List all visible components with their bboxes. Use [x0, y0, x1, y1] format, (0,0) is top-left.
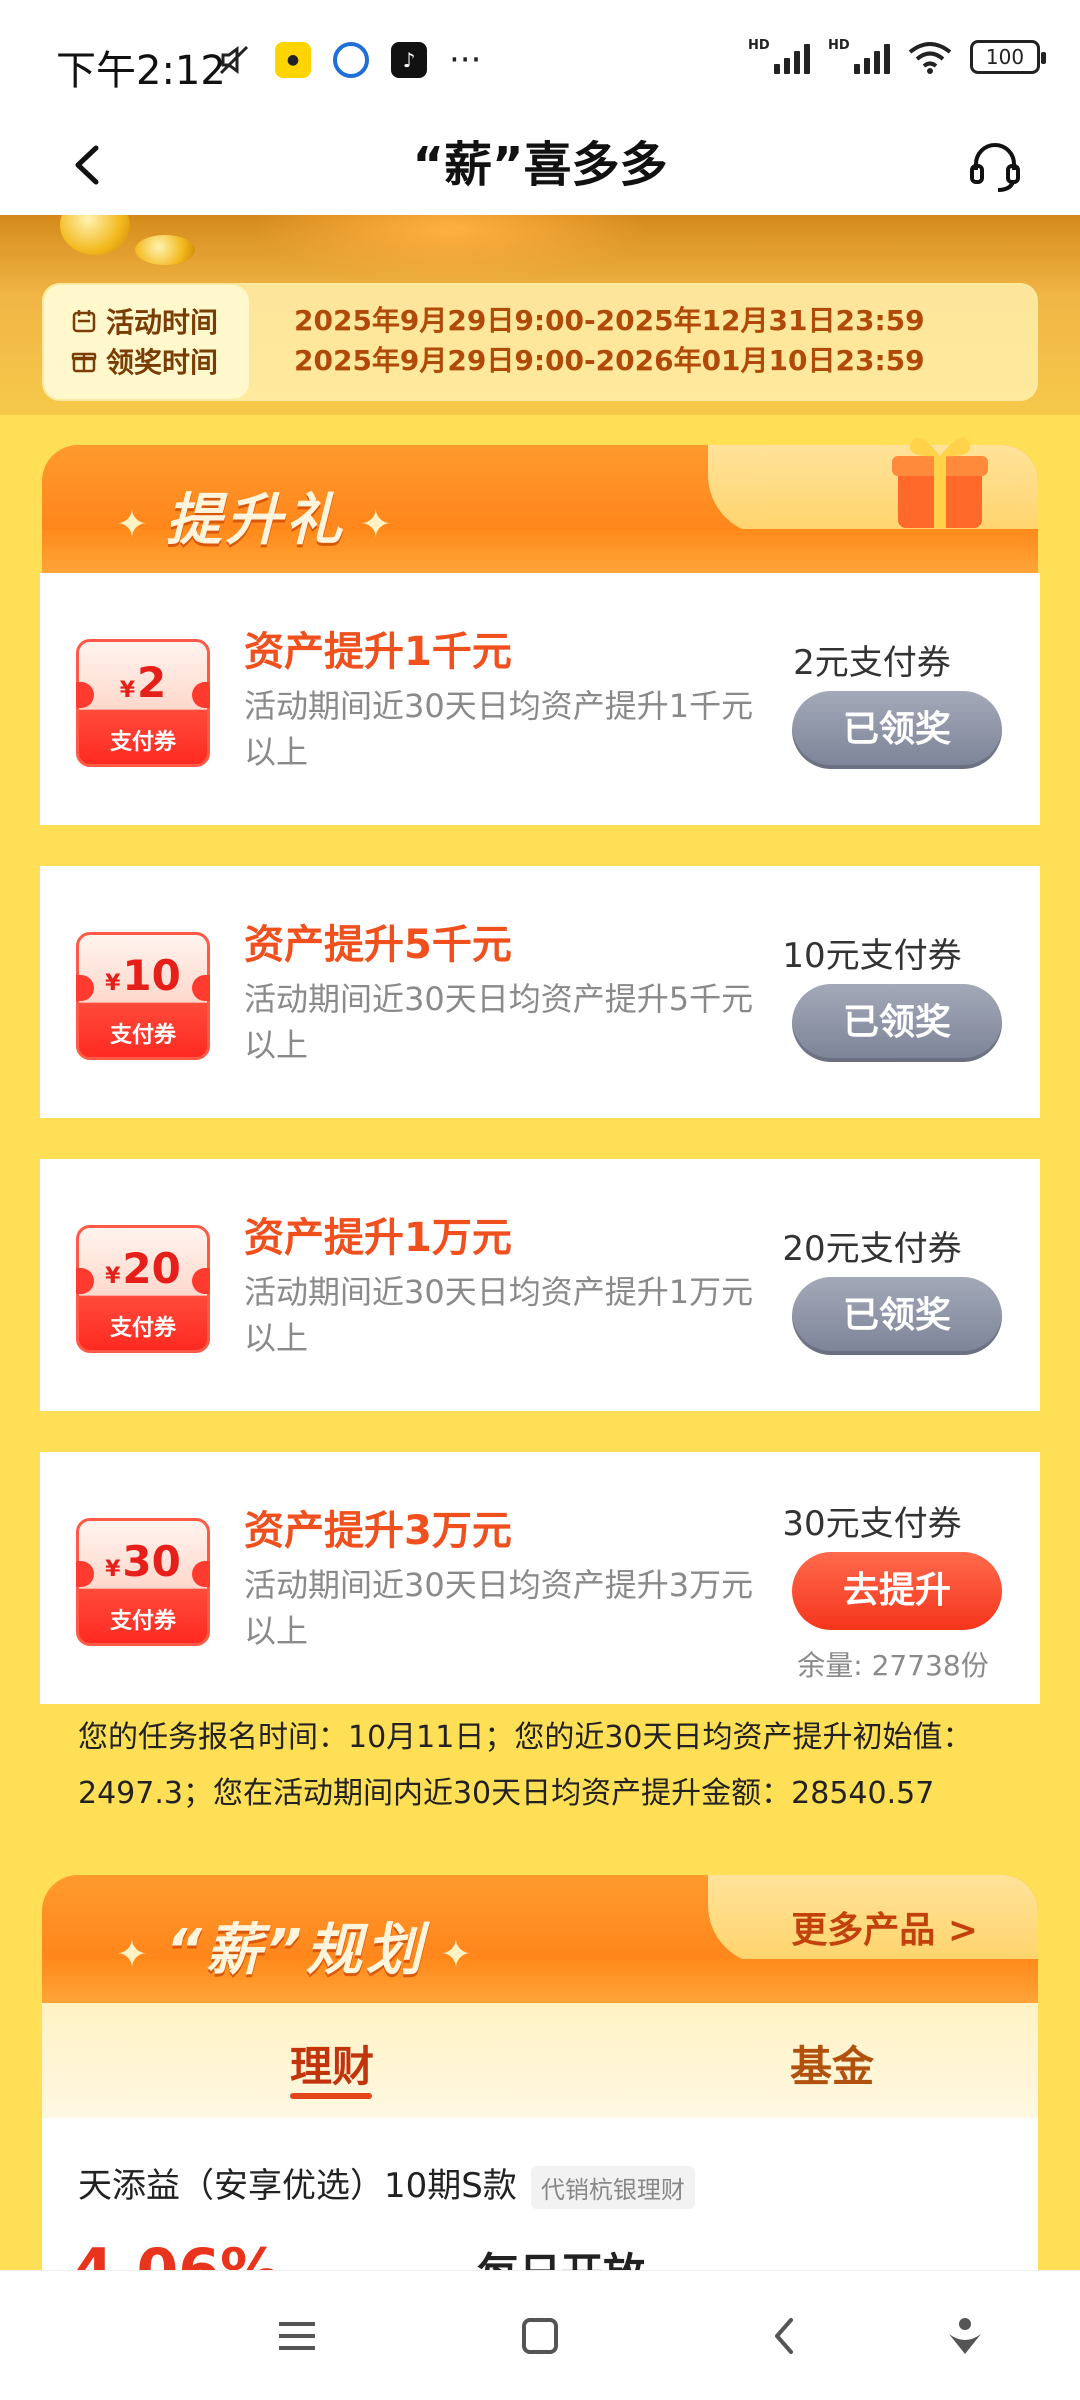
reward-description: 活动期间近30天日均资产提升3万元以上 [244, 1566, 754, 1650]
activity-time-label: 活动时间 [70, 301, 249, 341]
signal-2-icon: HD [828, 38, 890, 74]
square-icon [522, 2318, 558, 2354]
plan-section-header: ✦ “薪”规划 ✦ 更多产品 > [42, 1875, 1038, 2005]
claimed-button[interactable]: 已领奖 [792, 1277, 1002, 1355]
coupon-amount: ¥30 [105, 1537, 181, 1586]
coupon-amount: ¥20 [105, 1244, 181, 1293]
mute-icon [219, 45, 249, 75]
reward-title: 资产提升1千元 [244, 629, 512, 675]
promo-section-title: ✦ 提升礼 ✦ [116, 488, 396, 553]
claim-time-label: 领奖时间 [70, 341, 249, 381]
coupon-label: 支付券 [109, 1609, 176, 1634]
product-tabs: 理财 基金 [42, 2003, 1038, 2118]
coin-decoration [135, 235, 195, 265]
tiktok-notification-icon: ♪ [391, 42, 427, 78]
more-products-link[interactable]: 更多产品 > [791, 1901, 978, 1953]
product-tag: 代销杭银理财 [530, 2166, 695, 2209]
tab-funds[interactable]: 基金 [682, 2033, 982, 2094]
sparkle-icon: ✦ [116, 501, 152, 546]
gift-box-icon [892, 438, 988, 528]
coupon-label: 支付券 [109, 1316, 176, 1341]
claimed-button[interactable]: 已领奖 [792, 691, 1002, 769]
coupon-badge: ¥20 支付券 [76, 1225, 210, 1353]
wifi-icon [908, 42, 952, 74]
signal-1-icon: HD [748, 38, 810, 74]
time-values: 2025年9月29日9:00-2025年12月31日23:59 2025年9月2… [294, 301, 925, 381]
claimed-button[interactable]: 已领奖 [792, 984, 1002, 1062]
remaining-count: 余量: 27738份 [797, 1649, 989, 1682]
claim-time-value: 2025年9月29日9:00-2026年01月10日23:59 [294, 344, 925, 377]
sparkle-icon: ✦ [439, 1931, 476, 1976]
nav-back-button[interactable] [750, 2301, 820, 2371]
task-progress-notice: 您的任务报名时间：10月11日；您的近30天日均资产提升初始值：2497.3；您… [78, 1720, 973, 1811]
assistant-icon [949, 2318, 981, 2354]
notification-icons: ● ♪ ··· [215, 40, 481, 80]
status-indicators: HD HD 100 [748, 38, 1046, 74]
nav-menu-button[interactable] [262, 2301, 332, 2371]
nav-home-button[interactable] [505, 2301, 575, 2371]
product-card[interactable]: 天添益（安享优选）10期S款代销杭银理财 4.06% 每日开放 [42, 2118, 1038, 2270]
reward-description: 活动期间近30天日均资产提升1万元以上 [244, 1273, 754, 1357]
browser-notification-icon [333, 42, 369, 78]
reward-title: 资产提升3万元 [244, 1508, 512, 1554]
headset-icon [970, 143, 1020, 192]
product-rate: 4.06% [72, 2236, 280, 2270]
battery-icon: 100 [970, 40, 1046, 74]
reward-card: ¥2 支付券 资产提升1千元 活动期间近30天日均资产提升1千元以上 2元支付券… [40, 573, 1040, 825]
reward-description: 活动期间近30天日均资产提升1千元以上 [244, 687, 754, 771]
system-nav-bar [0, 2270, 1080, 2400]
coupon-amount: ¥10 [105, 951, 181, 1000]
status-bar: 下午2:12 ● ♪ ··· HD HD 100 [0, 0, 1080, 120]
coupon-label: 支付券 [109, 1023, 176, 1048]
coupon-badge: ¥30 支付券 [76, 1518, 210, 1646]
customer-service-button[interactable] [960, 132, 1030, 202]
reward-card: ¥30 支付券 资产提升3万元 活动期间近30天日均资产提升3万元以上 30元支… [40, 1452, 1040, 1704]
active-tab-indicator [290, 2093, 372, 2099]
more-notifications-icon: ··· [449, 40, 482, 80]
boost-button[interactable]: 去提升 [792, 1552, 1002, 1630]
tab-wealth[interactable]: 理财 [182, 2033, 482, 2094]
sparkle-icon: ✦ [116, 1931, 152, 1976]
reward-name: 2元支付券 [793, 643, 951, 683]
reward-card: ¥10 支付券 资产提升5千元 活动期间近30天日均资产提升5千元以上 10元支… [40, 866, 1040, 1118]
reward-description: 活动期间近30天日均资产提升5千元以上 [244, 980, 754, 1064]
nav-header: “薪”喜多多 [0, 120, 1080, 215]
nav-assistant-button[interactable] [930, 2301, 1000, 2371]
status-time: 下午2:12 [56, 48, 226, 94]
reward-title: 资产提升5千元 [244, 922, 512, 968]
chevron-left-icon [775, 2318, 793, 2354]
product-name: 天添益（安享优选）10期S款 代销杭银理财 [78, 2158, 695, 2209]
activity-time-value: 2025年9月29日9:00-2025年12月31日23:59 [294, 304, 925, 337]
gift-icon [71, 352, 97, 373]
coin-decoration [60, 215, 130, 255]
activity-time-box: 活动时间 领奖时间 2025年9月29日9:00-2025年12月31日23:5… [42, 283, 1038, 401]
reward-title: 资产提升1万元 [244, 1215, 512, 1261]
reward-name: 30元支付券 [782, 1504, 962, 1544]
page-title: “薪”喜多多 [412, 137, 668, 193]
coupon-label: 支付券 [109, 730, 176, 755]
calendar-icon [72, 310, 96, 333]
plan-section-title: ✦ “薪”规划 ✦ [116, 1918, 476, 1983]
reward-name: 20元支付券 [782, 1229, 962, 1269]
coupon-badge: ¥10 支付券 [76, 932, 210, 1060]
reward-card: ¥20 支付券 资产提升1万元 活动期间近30天日均资产提升1万元以上 20元支… [40, 1159, 1040, 1411]
reward-name: 10元支付券 [782, 936, 962, 976]
app-notification-icon: ● [275, 42, 311, 78]
hamburger-icon [279, 2322, 315, 2350]
product-open-status: 每日开放 [477, 2240, 645, 2270]
time-labels: 活动时间 领奖时间 [44, 285, 249, 399]
coupon-amount: ¥2 [119, 658, 167, 707]
banner-glow [250, 215, 650, 285]
activity-banner: 活动时间 领奖时间 2025年9月29日9:00-2025年12月31日23:5… [0, 215, 1080, 415]
coupon-badge: ¥2 支付券 [76, 639, 210, 767]
sparkle-icon: ✦ [359, 501, 396, 546]
